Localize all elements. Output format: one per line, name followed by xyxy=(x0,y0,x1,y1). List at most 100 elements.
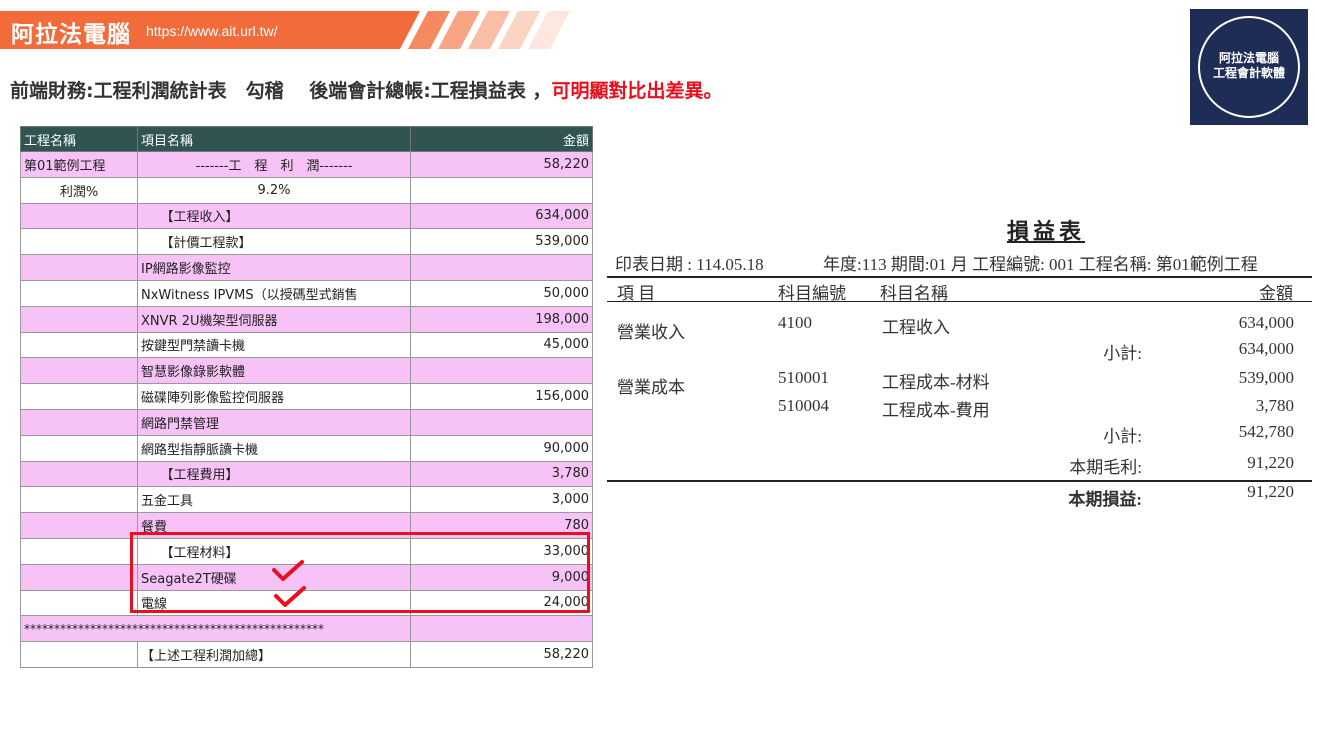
cost1-amount: 539,000 xyxy=(1238,368,1294,387)
cell-item: 網路門禁管理 xyxy=(137,408,411,436)
cell-amount: 58,220 xyxy=(410,151,593,178)
cell-project: 第01範例工程 xyxy=(20,151,138,178)
cell-item: 【工程收入】 xyxy=(137,202,411,230)
cell-project xyxy=(20,460,138,488)
table-row: 利潤% 9.2% xyxy=(20,176,593,204)
table-row: 網路門禁管理 xyxy=(20,408,593,436)
cell-project xyxy=(20,408,138,436)
cell-item: NxWitness IPVMS（以授碼型式銷售 xyxy=(137,279,411,307)
table-row: 網路型指靜脈讀卡機 90,000 xyxy=(20,434,593,462)
page-subtitle: 前端財務:工程利潤統計表 勾稽 後端會計總帳:工程損益表 ，可明顯對比出差異。 xyxy=(10,76,722,103)
table-row: NxWitness IPVMS（以授碼型式銷售 50,000 xyxy=(20,279,593,307)
net-income-label: 本期損益: xyxy=(1068,490,1142,509)
cell-item: 按鍵型門禁讀卡機 xyxy=(137,331,411,359)
revenue-code: 4100 xyxy=(778,313,812,332)
cell-project xyxy=(20,254,138,281)
separator-row: ****************************************… xyxy=(20,615,593,643)
header-banner: 阿拉法電腦 https://www.ait.url.tw/ xyxy=(0,11,575,49)
cost-subtotal-label: 小計: xyxy=(1103,427,1142,446)
cell-project xyxy=(20,512,138,539)
revenue-name: 工程收入 xyxy=(882,318,950,337)
cell-item: 【上述工程利潤加總】 xyxy=(137,641,411,668)
brand-url[interactable]: https://www.ait.url.tw/ xyxy=(146,23,277,39)
cell-project xyxy=(20,279,138,307)
net-income: 91,220 xyxy=(1247,482,1294,501)
cell-project xyxy=(20,357,138,385)
gross-profit-label: 本期毛利: xyxy=(1069,458,1142,477)
cell-amount: 50,000 xyxy=(410,279,593,307)
cell-project xyxy=(20,434,138,462)
cell-amount: 634,000 xyxy=(410,202,593,230)
table-row: 【上述工程利潤加總】 58,220 xyxy=(20,641,593,668)
cell-item: 五金工具 xyxy=(137,486,411,514)
cell-item: XNVR 2U機架型伺服器 xyxy=(137,305,411,333)
cell-amount: 90,000 xyxy=(410,434,593,462)
cell-amount xyxy=(410,408,593,436)
cell-item: 9.2% xyxy=(137,176,411,204)
cell-amount: 45,000 xyxy=(410,331,593,359)
table-row: 【計價工程款】 539,000 xyxy=(20,228,593,256)
table-header-row: 工程名稱 項目名稱 金額 xyxy=(20,126,593,152)
highlight-box xyxy=(130,532,590,613)
cell-project xyxy=(20,202,138,230)
cell-project xyxy=(20,486,138,514)
cell-amount xyxy=(410,176,593,204)
cell-project xyxy=(20,563,138,591)
cell-amount xyxy=(410,615,593,643)
cell-item: 磁碟陣列影像監控伺服器 xyxy=(137,383,411,410)
cell-item: -------工 程 利 潤------- xyxy=(137,151,411,178)
header-item: 項目名稱 xyxy=(137,126,411,152)
cell-project xyxy=(20,331,138,359)
cell-project xyxy=(20,641,138,668)
table-row: 五金工具 3,000 xyxy=(20,486,593,514)
cost2-name: 工程成本-費用 xyxy=(882,401,990,420)
revenue-amount: 634,000 xyxy=(1238,313,1294,332)
cost2-amount: 3,780 xyxy=(1255,396,1294,415)
table-row: IP網路影像監控 xyxy=(20,254,593,281)
cell-amount: 3,780 xyxy=(410,460,593,488)
table-row: 第01範例工程 -------工 程 利 潤------- 58,220 xyxy=(20,151,593,178)
header-amount: 金額 xyxy=(410,126,593,152)
cell-project xyxy=(20,383,138,410)
table-row: 【工程收入】 634,000 xyxy=(20,202,593,230)
cell-item: 【工程費用】 xyxy=(137,460,411,488)
cell-project xyxy=(20,305,138,333)
cost-subtotal: 542,780 xyxy=(1238,422,1294,441)
revenue-subtotal-label: 小計: xyxy=(1103,344,1142,363)
cost-label: 營業成本 xyxy=(617,378,685,397)
cell-item: IP網路影像監控 xyxy=(137,254,411,281)
table-row: 磁碟陣列影像監控伺服器 156,000 xyxy=(20,383,593,410)
cost1-code: 510001 xyxy=(778,368,829,387)
subtitle-main: 前端財務:工程利潤統計表 勾稽 後端會計總帳:工程損益表 ， xyxy=(10,80,552,102)
cell-amount: 58,220 xyxy=(410,641,593,668)
table-row: 智慧影像錄影軟體 xyxy=(20,357,593,385)
check-mark-icon xyxy=(274,586,306,607)
print-date: 印表日期 : 114.05.18 xyxy=(615,255,764,274)
brand-badge: 阿拉法電腦 工程會計軟體 xyxy=(1190,9,1308,125)
gross-profit: 91,220 xyxy=(1247,453,1294,472)
badge-line-2: 工程會計軟體 xyxy=(1212,66,1285,80)
cell-project xyxy=(20,589,138,617)
revenue-subtotal: 634,000 xyxy=(1238,339,1294,358)
header-project: 工程名稱 xyxy=(20,126,138,152)
cell-amount: 198,000 xyxy=(410,305,593,333)
header-top-rule xyxy=(607,276,1312,278)
check-mark-icon xyxy=(272,560,304,581)
cell-item: 網路型指靜脈讀卡機 xyxy=(137,434,411,462)
badge-line-1: 阿拉法電腦 xyxy=(1218,51,1279,65)
cell-amount: 3,000 xyxy=(410,486,593,514)
cell-item: 智慧影像錄影軟體 xyxy=(137,357,411,385)
income-statement-title: 損益表 xyxy=(1007,219,1086,245)
table-row: XNVR 2U機架型伺服器 198,000 xyxy=(20,305,593,333)
cell-amount: 539,000 xyxy=(410,228,593,256)
cell-item: 【計價工程款】 xyxy=(137,228,411,256)
cell-project xyxy=(20,228,138,256)
cost1-name: 工程成本-材料 xyxy=(882,373,990,392)
star-separator: ****************************************… xyxy=(20,615,411,643)
cell-amount: 156,000 xyxy=(410,383,593,410)
table-row: 【工程費用】 3,780 xyxy=(20,460,593,488)
statement-info: 年度:113 期間:01 月 工程編號: 001 工程名稱: 第01範例工程 xyxy=(823,255,1258,274)
cell-amount xyxy=(410,254,593,281)
revenue-label: 營業收入 xyxy=(617,323,685,342)
cell-project: 利潤% xyxy=(20,176,138,204)
